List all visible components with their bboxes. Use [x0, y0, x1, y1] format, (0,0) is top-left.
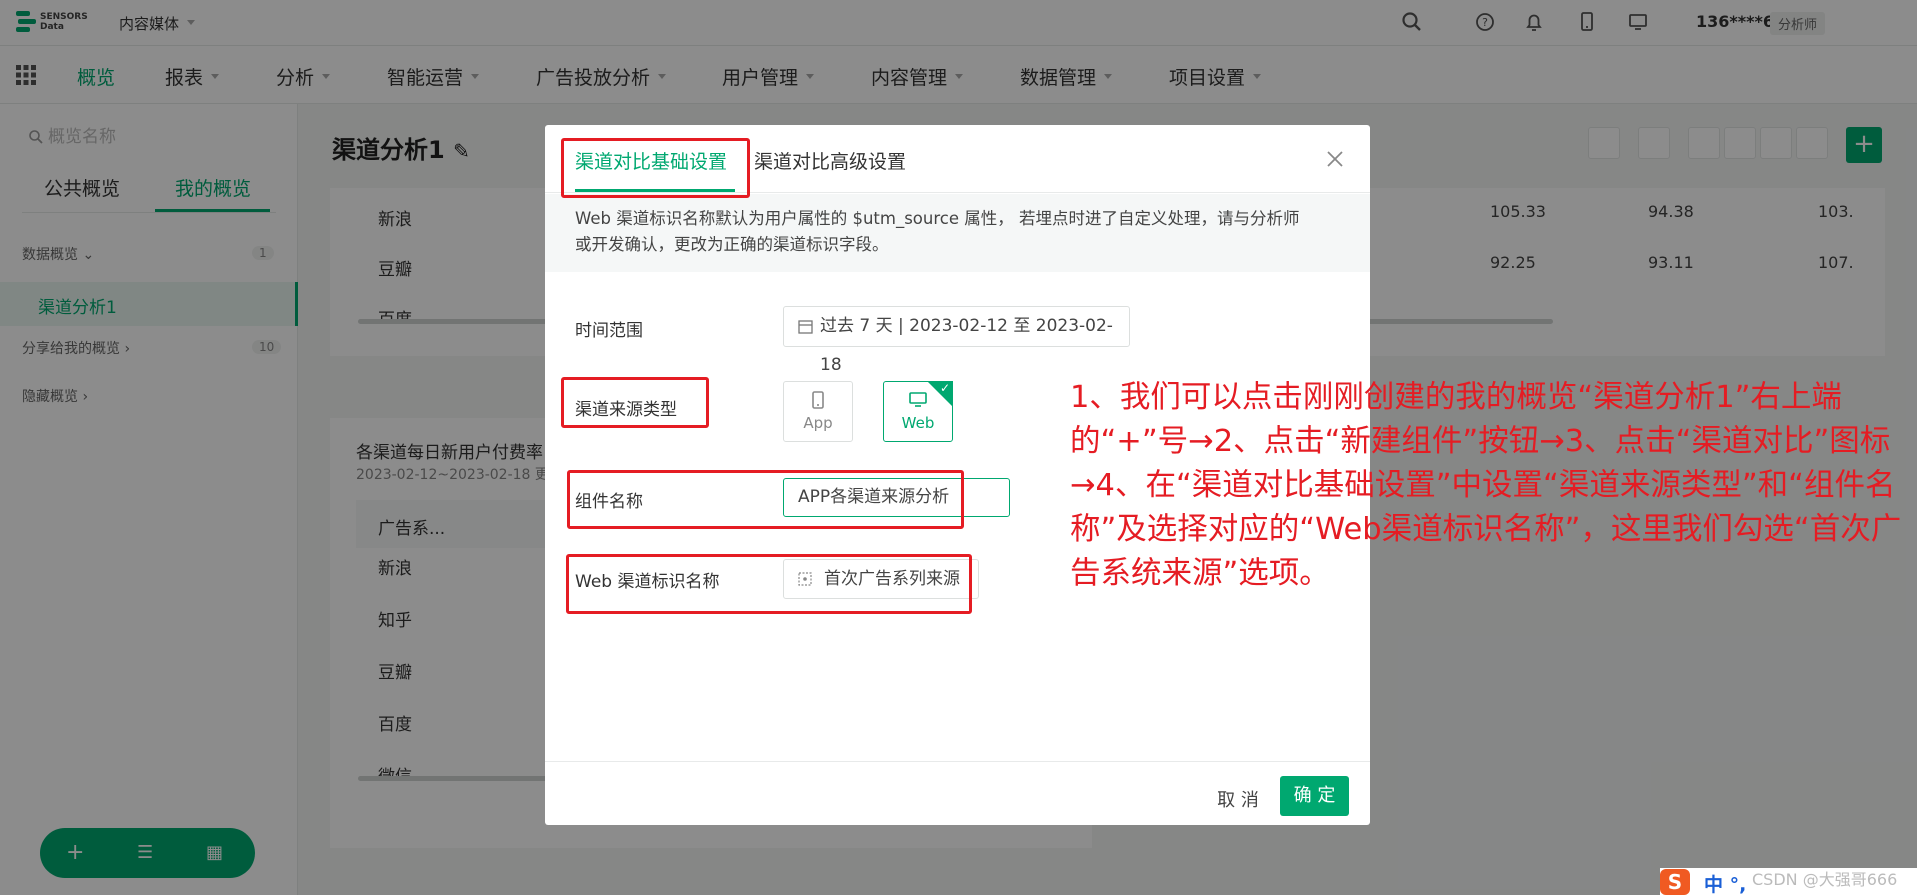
date-range-picker[interactable]: 过去 7 天 | 2023-02-12 至 2023-02-18: [783, 306, 1130, 375]
ime-mode-label[interactable]: 中 °,: [1704, 870, 1746, 895]
highlight-source-type: [561, 377, 709, 428]
monitor-icon: [909, 392, 927, 407]
info-notice: Web 渠道标识名称默认为用户属性的 $utm_source 属性， 若埋点时进…: [545, 194, 1370, 272]
mobile-icon: [812, 391, 824, 409]
check-icon: ✓: [939, 381, 950, 395]
highlight-web-channel-field: [566, 554, 972, 614]
close-icon[interactable]: [1325, 149, 1345, 169]
source-option-label: Web: [901, 414, 935, 432]
highlight-basic-settings-tab: [561, 138, 750, 198]
cancel-button[interactable]: 取 消: [1208, 782, 1268, 820]
dialog-footer-divider: [545, 761, 1370, 762]
calendar-icon: [798, 320, 813, 334]
confirm-button[interactable]: 确 定: [1280, 776, 1349, 816]
date-range-value: 过去 7 天 | 2023-02-12 至 2023-02-18: [820, 316, 1113, 375]
highlight-component-name: [567, 470, 964, 529]
notice-line-2: 或开发确认，更改为正确的渠道标识字段。: [575, 235, 889, 254]
notice-line-1: Web 渠道标识名称默认为用户属性的 $utm_source 属性， 若埋点时进…: [575, 209, 1300, 228]
instruction-annotation: 1、我们可以点击刚刚创建的我的概览“渠道分析1”右上端的“+”号→2、点击“新建…: [1070, 380, 1902, 591]
time-range-label: 时间范围: [575, 321, 643, 341]
source-option-label: App: [803, 414, 833, 432]
source-option-web[interactable]: ✓ Web: [883, 381, 953, 442]
source-option-app[interactable]: App: [783, 381, 853, 442]
csdn-watermark: CSDN @大强哥666: [1752, 870, 1898, 889]
tab-advanced-settings[interactable]: 渠道对比高级设置: [754, 147, 906, 174]
sogou-ime-icon[interactable]: S: [1660, 869, 1690, 895]
